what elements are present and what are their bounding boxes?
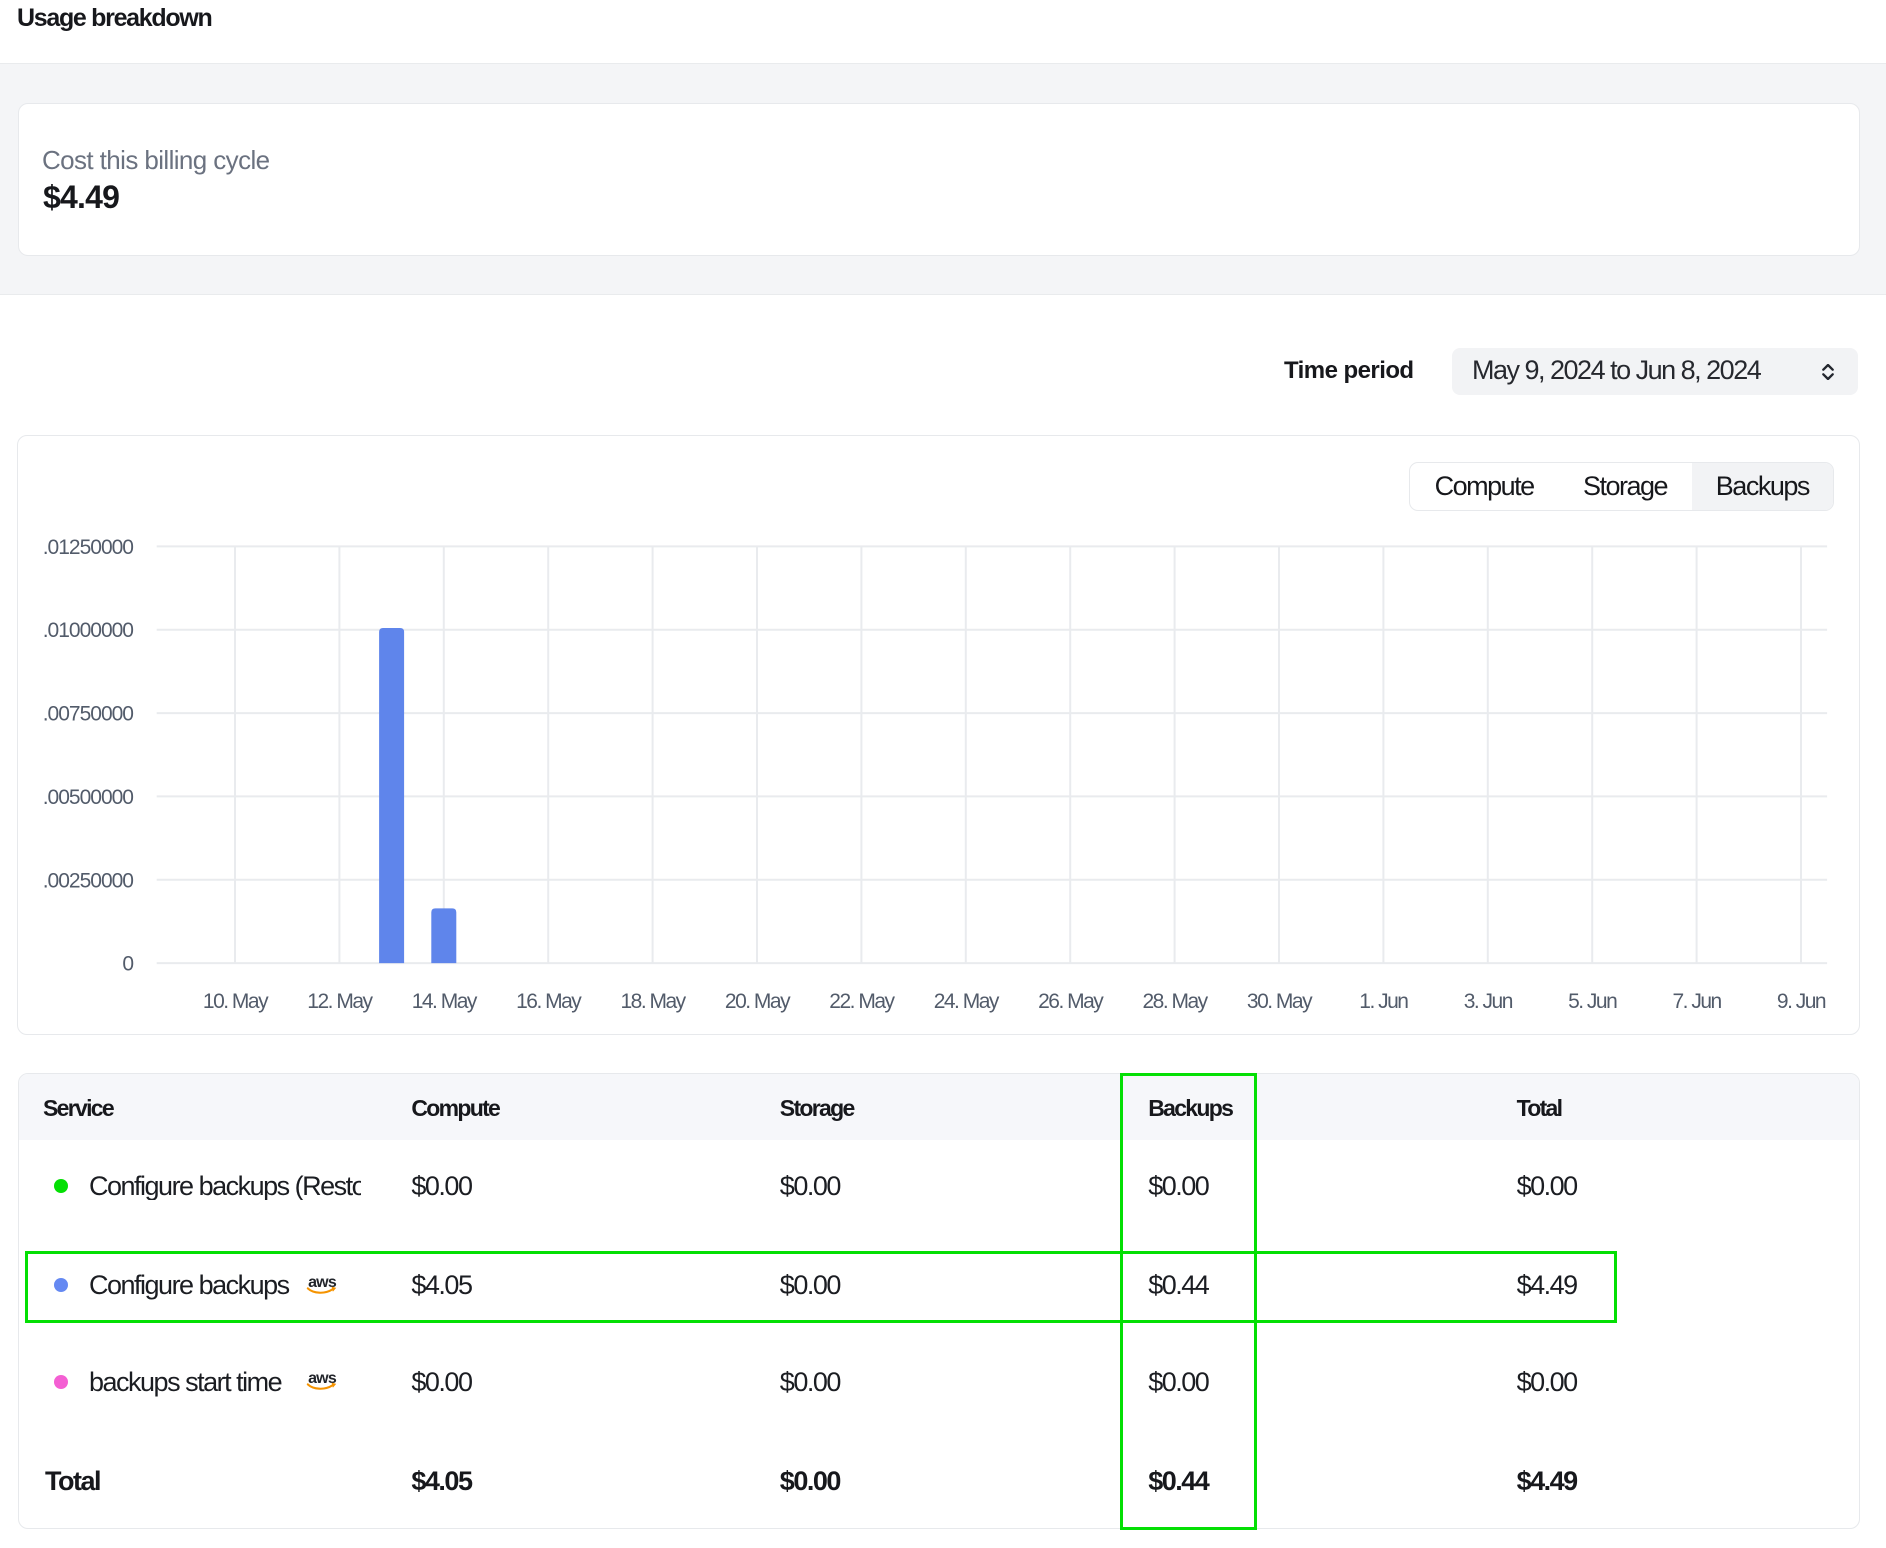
svg-text:5. Jun: 5. Jun <box>1568 990 1617 1013</box>
svg-text:16. May: 16. May <box>516 990 582 1013</box>
svg-text:18. May: 18. May <box>620 990 686 1013</box>
svg-text:7. Jun: 7. Jun <box>1672 990 1721 1013</box>
svg-text:.00750000: .00750000 <box>43 703 134 726</box>
svg-text:1. Jun: 1. Jun <box>1359 990 1408 1013</box>
svg-text:20. May: 20. May <box>725 990 791 1013</box>
svg-text:22. May: 22. May <box>829 990 895 1013</box>
svg-text:3. Jun: 3. Jun <box>1464 990 1513 1013</box>
svg-text:10. May: 10. May <box>203 990 269 1013</box>
svg-text:.00500000: .00500000 <box>43 786 134 809</box>
svg-text:26. May: 26. May <box>1038 990 1104 1013</box>
svg-text:14. May: 14. May <box>412 990 478 1013</box>
svg-text:30. May: 30. May <box>1247 990 1313 1013</box>
svg-text:24. May: 24. May <box>934 990 1000 1013</box>
svg-text:9. Jun: 9. Jun <box>1777 990 1826 1013</box>
svg-text:12. May: 12. May <box>307 990 373 1013</box>
svg-text:28. May: 28. May <box>1142 990 1208 1013</box>
svg-text:.00250000: .00250000 <box>43 869 134 892</box>
svg-text:.01250000: .01250000 <box>43 536 134 559</box>
svg-text:.01000000: .01000000 <box>43 619 134 642</box>
svg-text:0: 0 <box>122 953 133 976</box>
